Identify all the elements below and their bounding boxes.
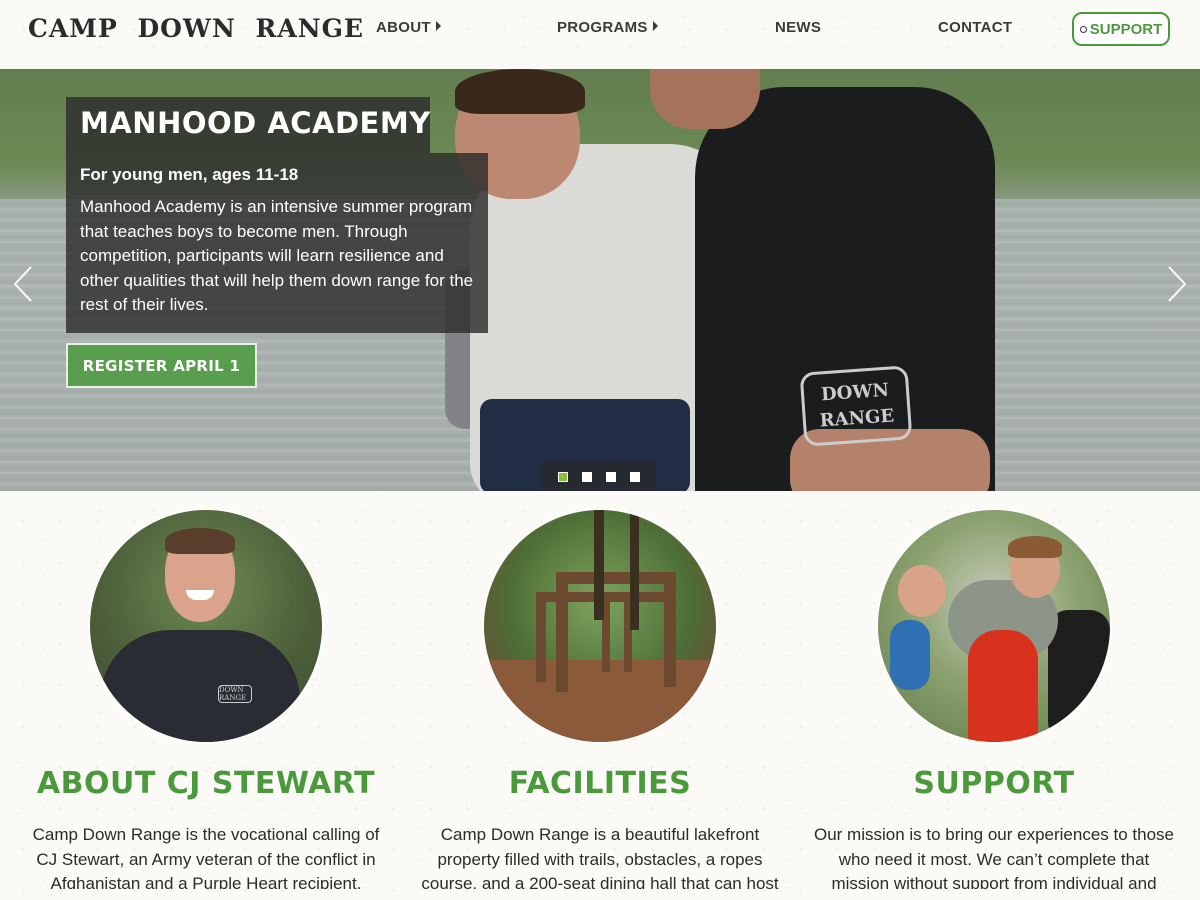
hero-slider: DOWN RANGE MANHOOD ACADEMY For young men… bbox=[0, 69, 1200, 491]
photo-person-black bbox=[1048, 610, 1110, 742]
chevron-right-icon bbox=[1168, 266, 1187, 302]
slide-dot-3[interactable] bbox=[606, 471, 616, 482]
hero-title: MANHOOD ACADEMY bbox=[80, 106, 431, 140]
register-button[interactable]: REGISTER APRIL 1 bbox=[66, 343, 257, 388]
nav-about-label: ABOUT bbox=[376, 19, 431, 36]
feature-title[interactable]: ABOUT CJ STEWART bbox=[6, 766, 406, 801]
feature-title[interactable]: SUPPORT bbox=[794, 766, 1194, 801]
feature-title[interactable]: FACILITIES bbox=[400, 766, 800, 801]
chevron-left-icon bbox=[13, 266, 32, 302]
photo-post bbox=[664, 572, 676, 687]
shirt-logo: DOWN RANGE bbox=[218, 685, 252, 703]
photo-hair bbox=[1008, 536, 1062, 558]
hero-description: Manhood Academy is an intensive summer p… bbox=[80, 197, 474, 314]
photo-shirt bbox=[100, 630, 300, 742]
nav-news[interactable]: NEWS bbox=[775, 19, 821, 36]
slider-pagination bbox=[542, 462, 656, 491]
nav-about[interactable]: ABOUT bbox=[376, 19, 441, 36]
caret-right-icon bbox=[435, 21, 441, 31]
slider-next-button[interactable] bbox=[1166, 264, 1188, 304]
feature-facilities: FACILITIES Camp Down Range is a beautifu… bbox=[400, 510, 800, 900]
nav-contact[interactable]: CONTACT bbox=[938, 19, 1012, 36]
hero-subtitle: For young men, ages 11-18 bbox=[80, 165, 299, 184]
photo-ground bbox=[484, 660, 716, 742]
nav-support-label: SUPPORT bbox=[1089, 20, 1163, 38]
photo-post bbox=[556, 572, 568, 692]
feature-about: DOWN RANGE ABOUT CJ STEWART Camp Down Ra… bbox=[6, 510, 406, 900]
photo-post bbox=[536, 592, 546, 682]
slide-dot-4[interactable] bbox=[630, 471, 640, 482]
photo-beam bbox=[556, 572, 676, 584]
cj-stewart-photo[interactable]: DOWN RANGE bbox=[90, 510, 322, 742]
feature-text: Our mission is to bring our experiences … bbox=[814, 825, 1174, 889]
circle-icon bbox=[1079, 25, 1087, 33]
slide-dot-1[interactable] bbox=[558, 471, 568, 482]
photo-person-red bbox=[968, 630, 1038, 742]
feature-text: Camp Down Range is a beautiful lakefront… bbox=[421, 825, 779, 889]
slider-prev-button[interactable] bbox=[12, 264, 34, 304]
nav-programs-label: PROGRAMS bbox=[557, 19, 648, 36]
feature-text: Camp Down Range is the vocational callin… bbox=[32, 825, 380, 889]
photo-tree bbox=[594, 510, 604, 620]
main-nav: ABOUT PROGRAMS NEWS CONTACT SUPPORT bbox=[0, 0, 1200, 68]
photo-person-blue bbox=[890, 620, 930, 690]
nav-news-label: NEWS bbox=[775, 19, 822, 36]
slide-dot-2[interactable] bbox=[582, 471, 592, 482]
facilities-photo[interactable] bbox=[484, 510, 716, 742]
nav-support-button[interactable]: SUPPORT bbox=[1072, 12, 1170, 46]
hero-title-box: MANHOOD ACADEMY bbox=[66, 97, 430, 153]
nav-programs[interactable]: PROGRAMS bbox=[557, 19, 658, 36]
photo-hair bbox=[165, 528, 235, 554]
nav-contact-label: CONTACT bbox=[938, 19, 1013, 36]
feature-support: SUPPORT Our mission is to bring our expe… bbox=[794, 510, 1194, 900]
hero-body-box: For young men, ages 11-18 Manhood Academ… bbox=[66, 153, 488, 333]
caret-right-icon bbox=[652, 21, 658, 31]
site-header: CAMP DOWN RANGE ABOUT PROGRAMS NEWS CONT… bbox=[0, 0, 1200, 68]
photo-tree bbox=[630, 510, 639, 630]
photo-face bbox=[898, 565, 946, 617]
support-photo[interactable] bbox=[878, 510, 1110, 742]
